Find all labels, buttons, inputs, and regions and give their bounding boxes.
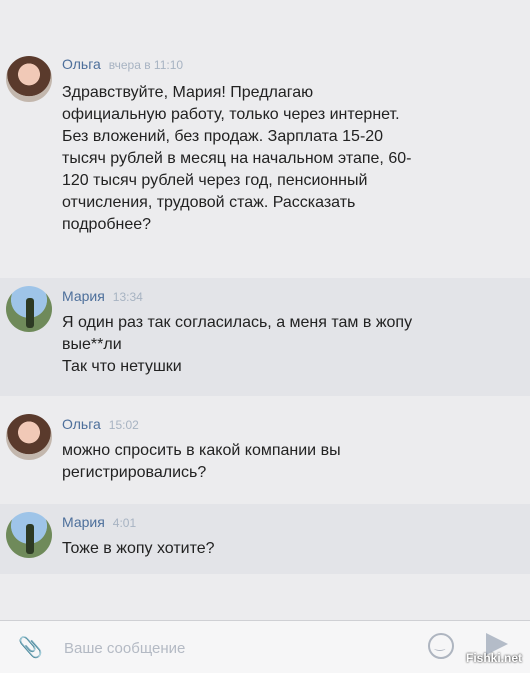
message-item: Мария 4:01 Тоже в жопу хотите?	[0, 504, 530, 574]
avatar[interactable]	[6, 286, 52, 332]
avatar[interactable]	[6, 414, 52, 460]
paperclip-icon[interactable]: 📎	[18, 635, 43, 659]
message-time: 15:02	[108, 418, 139, 432]
smiley-icon[interactable]	[428, 633, 454, 659]
avatar[interactable]	[6, 512, 52, 558]
watermark: Fishki.net	[465, 651, 522, 665]
author-name[interactable]: Мария	[62, 514, 105, 530]
author-name[interactable]: Ольга	[62, 56, 101, 72]
author-name[interactable]: Мария	[62, 288, 105, 304]
message-header: Ольга вчера в 11:10	[62, 56, 183, 72]
message-header: Ольга 15:02	[62, 416, 139, 432]
message-text: Здравствуйте, Мария! Предлагаю официальн…	[62, 84, 412, 233]
message-composer: 📎 Fishki.net	[0, 620, 530, 673]
message-item: Ольга 15:02 можно спросить в какой компан…	[0, 406, 530, 498]
author-name[interactable]: Ольга	[62, 416, 101, 432]
message-time: 4:01	[112, 516, 137, 530]
message-header: Мария 4:01	[62, 514, 136, 530]
message-item: Мария 13:34 Я один раз так согласилась, а…	[0, 278, 530, 396]
message-input[interactable]	[62, 631, 416, 665]
message-header: Мария 13:34	[62, 288, 143, 304]
chat-history: Ольга вчера в 11:10 Здравствуйте, Мария! …	[0, 0, 530, 620]
message-text: Я один раз так согласилась, а меня там в…	[62, 314, 413, 375]
message-time: вчера в 11:10	[108, 58, 184, 72]
message-text: можно спросить в какой компании вы регис…	[62, 442, 341, 481]
avatar[interactable]	[6, 56, 52, 102]
message-time: 13:34	[112, 290, 143, 304]
message-text: Тоже в жопу хотите?	[62, 540, 215, 557]
message-item: Ольга вчера в 11:10 Здравствуйте, Мария! …	[0, 48, 530, 270]
